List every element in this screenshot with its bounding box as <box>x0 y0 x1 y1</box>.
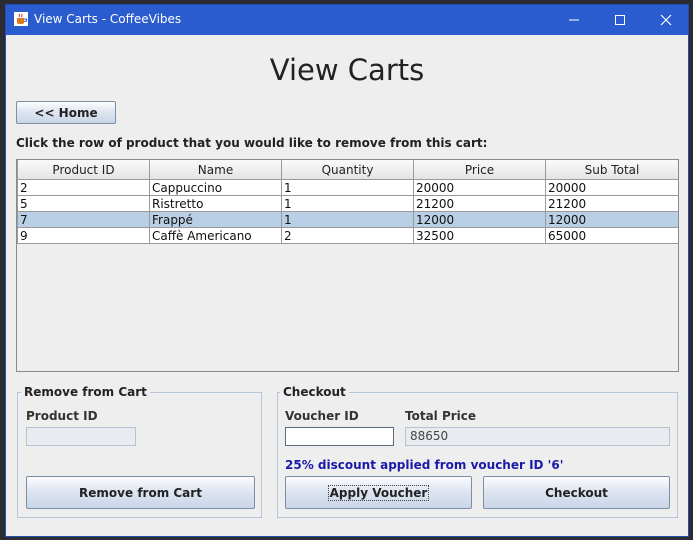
title-bar[interactable]: View Carts - CoffeeVibes <box>6 5 688 35</box>
cell-name[interactable]: Caffè Americano <box>149 227 282 244</box>
close-button[interactable] <box>643 5 689 35</box>
cell-sub-total[interactable]: 20000 <box>545 179 678 196</box>
cell-name[interactable]: Cappuccino <box>149 179 282 196</box>
table-row[interactable]: 2 Cappuccino 1 20000 20000 <box>17 179 678 196</box>
column-header-price[interactable]: Price <box>413 160 546 180</box>
app-window: View Carts - CoffeeVibes View Carts << H… <box>5 4 689 537</box>
cell-quantity[interactable]: 2 <box>281 227 414 244</box>
instruction-text: Click the row of product that you would … <box>16 136 488 150</box>
voucher-id-label: Voucher ID <box>285 409 359 423</box>
cell-product-id[interactable]: 5 <box>17 195 150 212</box>
cell-price[interactable]: 32500 <box>413 227 546 244</box>
cell-product-id[interactable]: 7 <box>17 211 150 228</box>
remove-from-cart-button[interactable]: Remove from Cart <box>26 476 255 509</box>
page-title: View Carts <box>269 53 425 87</box>
total-price-field[interactable]: 88650 <box>405 427 670 446</box>
cell-quantity[interactable]: 1 <box>281 179 414 196</box>
minimize-icon <box>569 19 579 21</box>
cell-price[interactable]: 12000 <box>413 211 546 228</box>
table-row[interactable]: 9 Caffè Americano 2 32500 65000 <box>17 227 678 244</box>
table-row[interactable]: 5 Ristretto 1 21200 21200 <box>17 195 678 212</box>
column-header-quantity[interactable]: Quantity <box>281 160 414 180</box>
checkout-panel-title: Checkout <box>280 385 349 399</box>
cell-quantity[interactable]: 1 <box>281 211 414 228</box>
column-header-name[interactable]: Name <box>149 160 282 180</box>
cell-quantity[interactable]: 1 <box>281 195 414 212</box>
discount-message: 25% discount applied from voucher ID '6' <box>285 458 564 472</box>
table-header-row: Product ID Name Quantity Price Sub Total <box>17 160 678 180</box>
product-id-field[interactable] <box>26 427 136 446</box>
product-id-label: Product ID <box>26 409 98 423</box>
checkout-button[interactable]: Checkout <box>483 476 670 509</box>
remove-panel-title: Remove from Cart <box>21 385 150 399</box>
cell-product-id[interactable]: 9 <box>17 227 150 244</box>
maximize-icon <box>615 15 625 25</box>
cell-name[interactable]: Frappé <box>149 211 282 228</box>
voucher-id-input[interactable] <box>285 427 394 446</box>
java-cup-icon <box>14 12 28 26</box>
table-row-selected[interactable]: 7 Frappé 1 12000 12000 <box>17 211 678 228</box>
cell-price[interactable]: 21200 <box>413 195 546 212</box>
apply-voucher-label: Apply Voucher <box>327 484 430 501</box>
close-icon <box>660 14 672 26</box>
cart-table[interactable]: Product ID Name Quantity Price Sub Total… <box>16 159 679 372</box>
cell-name[interactable]: Ristretto <box>149 195 282 212</box>
column-header-product-id[interactable]: Product ID <box>17 160 150 180</box>
cell-sub-total[interactable]: 12000 <box>545 211 678 228</box>
maximize-button[interactable] <box>597 5 643 35</box>
cell-price[interactable]: 20000 <box>413 179 546 196</box>
apply-voucher-button[interactable]: Apply Voucher <box>285 476 472 509</box>
home-button[interactable]: << Home <box>16 101 116 124</box>
column-header-sub-total[interactable]: Sub Total <box>545 160 678 180</box>
minimize-button[interactable] <box>551 5 597 35</box>
total-price-label: Total Price <box>405 409 477 423</box>
cell-sub-total[interactable]: 21200 <box>545 195 678 212</box>
cell-sub-total[interactable]: 65000 <box>545 227 678 244</box>
cell-product-id[interactable]: 2 <box>17 179 150 196</box>
window-title: View Carts - CoffeeVibes <box>34 12 182 26</box>
